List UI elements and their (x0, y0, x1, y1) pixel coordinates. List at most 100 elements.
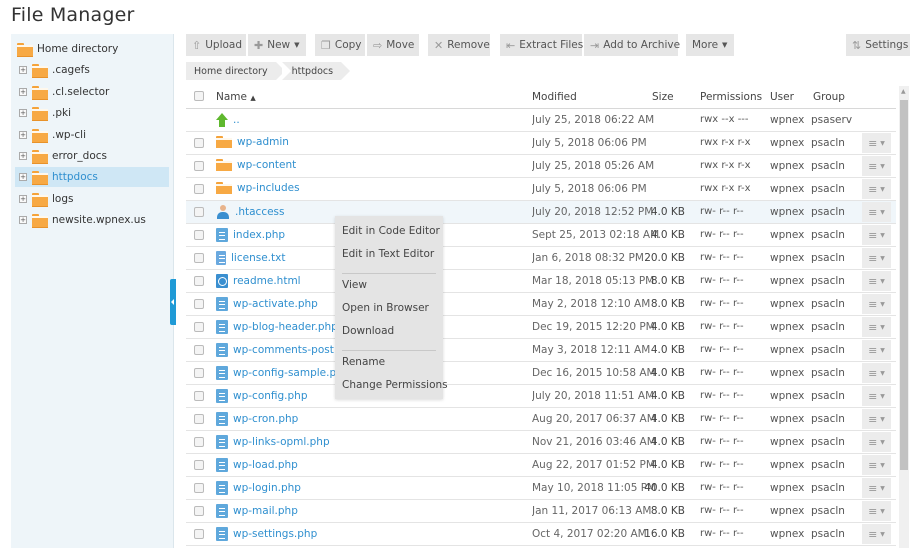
remove-button[interactable]: ✕ Remove (428, 34, 490, 56)
file-name-link[interactable]: wp-cron.php (233, 413, 298, 425)
file-name-link[interactable]: index.php (233, 229, 285, 241)
permissions-cell[interactable]: rw- r-- r-- (700, 528, 744, 539)
row-checkbox[interactable] (194, 483, 204, 493)
row-checkbox[interactable] (194, 322, 204, 332)
row-checkbox[interactable] (194, 207, 204, 217)
file-name-link[interactable]: .. (233, 114, 240, 126)
more-button[interactable]: More ▼ (686, 34, 734, 56)
expand-icon[interactable]: + (19, 194, 27, 203)
permissions-cell[interactable]: rw- r-- r-- (700, 413, 744, 424)
column-permissions[interactable]: Permissions (700, 91, 762, 103)
row-checkbox[interactable] (194, 138, 204, 148)
tree-item-pki[interactable]: + .pki (15, 103, 169, 123)
table-row[interactable]: wp-blog-header.php Dec 19, 2015 12:20 PM 4… (186, 316, 896, 339)
table-row[interactable]: license.txt Jan 6, 2018 08:32 PM 20.0 KB rw… (186, 247, 896, 270)
file-name-link[interactable]: wp-login.php (233, 482, 301, 494)
copy-button[interactable]: ❐ Copy (315, 34, 365, 56)
row-checkbox[interactable] (194, 230, 204, 240)
table-row[interactable]: .htaccess July 20, 2018 12:52 PM 4.0 KB rw-… (186, 201, 896, 224)
context-menu-item-edit-in-code-editor[interactable]: Edit in Code Editor (342, 225, 440, 237)
table-row[interactable]: wp-links-opml.php Nov 21, 2016 03:46 AM 4.… (186, 431, 896, 454)
row-actions-button[interactable]: ≡ ▼ (862, 225, 891, 245)
move-button[interactable]: ⇨ Move (367, 34, 419, 56)
table-row[interactable]: wp-cron.php Aug 20, 2017 06:37 AM 4.0 KB rw… (186, 408, 896, 431)
table-row[interactable]: wp-activate.php May 2, 2018 12:10 AM 8.0 K… (186, 293, 896, 316)
expand-icon[interactable]: + (19, 87, 27, 96)
permissions-cell[interactable]: rw- r-- r-- (700, 252, 744, 263)
row-actions-button[interactable]: ≡ ▼ (862, 363, 891, 383)
new-button[interactable]: ✚ New ▼ (248, 34, 306, 56)
column-user[interactable]: User (770, 91, 794, 103)
upload-button[interactable]: ⇧ Upload (186, 34, 246, 56)
expand-icon[interactable]: + (19, 130, 27, 139)
permissions-cell[interactable]: rw- r-- r-- (700, 505, 744, 516)
table-row[interactable]: wp-content July 25, 2018 05:26 AM rwx r-x … (186, 155, 896, 178)
row-actions-button[interactable]: ≡ ▼ (862, 478, 891, 498)
row-actions-button[interactable]: ≡ ▼ (862, 294, 891, 314)
permissions-cell[interactable]: rw- r-- r-- (700, 321, 744, 332)
row-checkbox[interactable] (194, 345, 204, 355)
table-row[interactable]: .. July 25, 2018 06:22 AM rwx --x --- wpnex… (186, 109, 896, 132)
row-checkbox[interactable] (194, 506, 204, 516)
permissions-cell[interactable]: rw- r-- r-- (700, 367, 744, 378)
table-row[interactable]: wp-includes July 5, 2018 06:06 PM rwx r-x … (186, 178, 896, 201)
context-menu-item-open-in-browser[interactable]: Open in Browser (342, 302, 429, 314)
table-row[interactable]: wp-mail.php Jan 11, 2017 06:13 AM 8.0 KB rw… (186, 500, 896, 523)
column-group[interactable]: Group (813, 91, 845, 103)
column-name[interactable]: Name ▲ (216, 91, 256, 103)
file-name-link[interactable]: readme.html (233, 275, 301, 287)
row-actions-button[interactable]: ≡ ▼ (862, 156, 891, 176)
row-actions-button[interactable]: ≡ ▼ (862, 455, 891, 475)
table-row[interactable]: wp-login.php May 10, 2018 11:05 PM 40.0 KB… (186, 477, 896, 500)
file-name-link[interactable]: wp-content (237, 159, 296, 171)
permissions-cell[interactable]: rw- r-- r-- (700, 459, 744, 470)
select-all-checkbox[interactable] (194, 91, 204, 101)
expand-icon[interactable]: + (19, 66, 27, 75)
file-name-link[interactable]: wp-load.php (233, 459, 298, 471)
tree-item-cagefs[interactable]: + .cagefs (15, 60, 169, 80)
row-checkbox[interactable] (194, 460, 204, 470)
file-name-link[interactable]: wp-admin (237, 136, 289, 148)
file-name-link[interactable]: wp-mail.php (233, 505, 298, 517)
row-checkbox[interactable] (194, 414, 204, 424)
file-name-link[interactable]: wp-config.php (233, 390, 308, 402)
row-checkbox[interactable] (194, 391, 204, 401)
add-to-archive-button[interactable]: ⇥ Add to Archive (584, 34, 680, 56)
row-actions-button[interactable]: ≡ ▼ (862, 409, 891, 429)
row-actions-button[interactable]: ≡ ▼ (862, 524, 891, 544)
context-menu-item-view[interactable]: View (342, 279, 367, 291)
permissions-cell[interactable]: rw- r-- r-- (700, 229, 744, 240)
table-row[interactable]: index.php Sept 25, 2013 02:18 AM 4.0 KB rw-… (186, 224, 896, 247)
permissions-cell[interactable]: rw- r-- r-- (700, 298, 744, 309)
row-actions-button[interactable]: ≡ ▼ (862, 317, 891, 337)
column-modified[interactable]: Modified (532, 91, 577, 103)
row-actions-button[interactable]: ≡ ▼ (862, 340, 891, 360)
expand-icon[interactable]: + (19, 109, 27, 118)
row-actions-button[interactable]: ≡ ▼ (862, 432, 891, 452)
permissions-cell[interactable]: rw- r-- r-- (700, 436, 744, 447)
row-actions-button[interactable]: ≡ ▼ (862, 271, 891, 291)
tree-item-cl-selector[interactable]: + .cl.selector (15, 82, 169, 102)
permissions-cell[interactable]: rw- r-- r-- (700, 275, 744, 286)
table-row[interactable]: readme.html Mar 18, 2018 05:13 PM 8.0 KB rw… (186, 270, 896, 293)
row-actions-button[interactable]: ≡ ▼ (862, 179, 891, 199)
row-checkbox[interactable] (194, 253, 204, 263)
tree-item-error-docs[interactable]: + error_docs (15, 146, 169, 166)
permissions-cell[interactable]: rw- r-- r-- (700, 390, 744, 401)
tree-item-httpdocs[interactable]: + httpdocs (15, 167, 169, 188)
row-checkbox[interactable] (194, 368, 204, 378)
scrollbar-thumb[interactable] (900, 100, 908, 470)
context-menu-item-download[interactable]: Download (342, 325, 394, 337)
row-actions-button[interactable]: ≡ ▼ (862, 386, 891, 406)
file-name-link[interactable]: wp-links-opml.php (233, 436, 330, 448)
file-name-link[interactable]: .htaccess (235, 206, 285, 218)
file-name-link[interactable]: wp-config-sample.php (233, 367, 349, 379)
table-row[interactable]: wp-admin July 5, 2018 06:06 PM rwx r-x r-x… (186, 132, 896, 155)
file-name-link[interactable]: wp-settings.php (233, 528, 317, 540)
row-actions-button[interactable]: ≡ ▼ (862, 202, 891, 222)
table-row[interactable]: wp-load.php Aug 22, 2017 01:52 PM 4.0 KB rw… (186, 454, 896, 477)
row-actions-button[interactable]: ≡ ▼ (862, 501, 891, 521)
file-name-link[interactable]: wp-includes (237, 182, 300, 194)
row-actions-button[interactable]: ≡ ▼ (862, 133, 891, 153)
column-size[interactable]: Size (652, 91, 674, 103)
